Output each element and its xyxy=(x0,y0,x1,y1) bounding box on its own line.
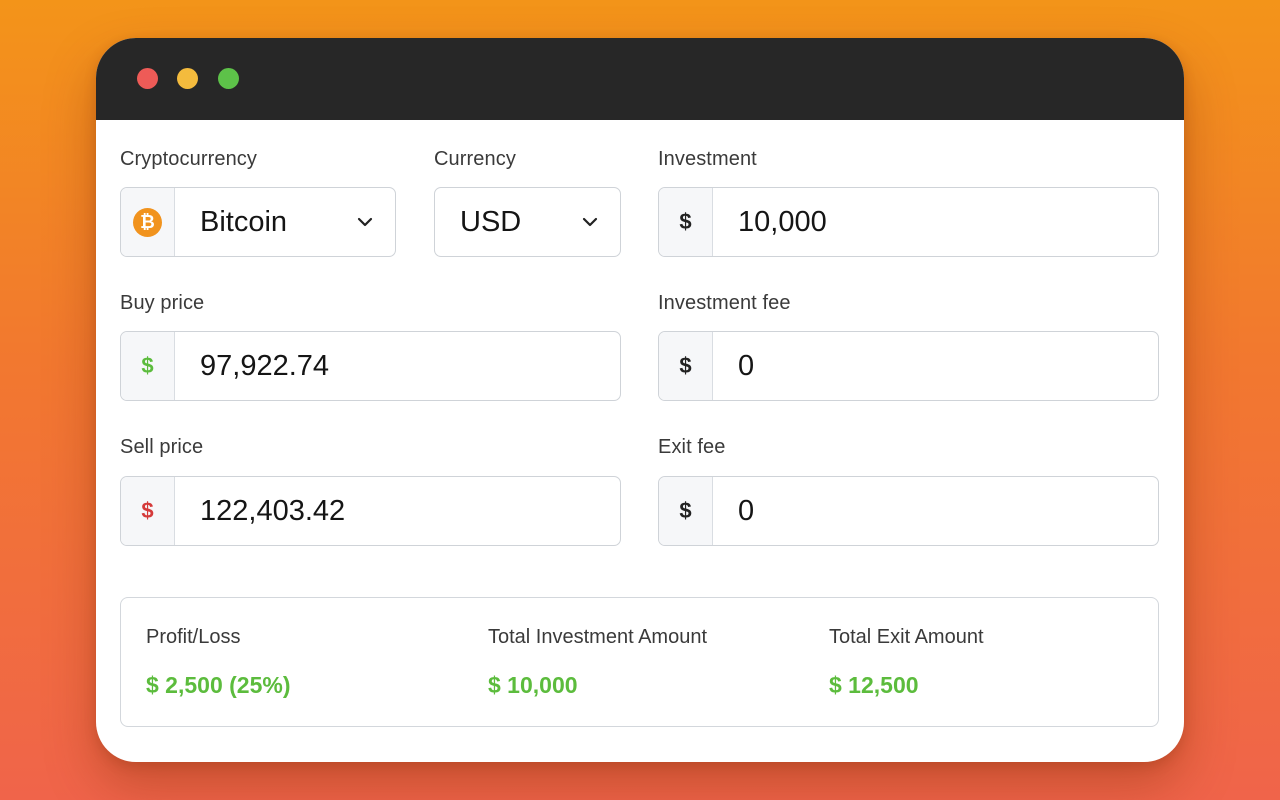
total-investment-label: Total Investment Amount xyxy=(488,626,708,648)
buy-price-field[interactable]: $ 97,922.74 xyxy=(120,331,621,401)
profit-loss-label: Profit/Loss xyxy=(146,626,241,648)
exit-fee-field[interactable]: $ 0 xyxy=(658,476,1159,546)
dollar-prefix-green: $ xyxy=(121,332,175,400)
total-exit-value: $ 12,500 xyxy=(829,672,919,698)
bitcoin-icon: ₿ xyxy=(133,207,162,237)
investment-input[interactable]: 10,000 xyxy=(713,188,1158,256)
cryptocurrency-value: Bitcoin xyxy=(200,205,288,238)
results-summary: Profit/Loss $ 2,500 (25%) Total Investme… xyxy=(120,597,1159,727)
dollar-prefix-red: $ xyxy=(121,477,175,545)
maximize-window-button[interactable] xyxy=(218,68,239,89)
chevron-down-icon xyxy=(357,217,373,227)
investment-label: Investment xyxy=(658,148,757,170)
sell-price-input[interactable]: 122,403.42 xyxy=(175,477,620,545)
total-investment-value: $ 10,000 xyxy=(488,672,578,698)
investment-fee-field[interactable]: $ 0 xyxy=(658,331,1159,401)
exit-fee-label: Exit fee xyxy=(658,436,726,458)
sell-price-label: Sell price xyxy=(120,436,204,458)
currency-value: USD xyxy=(460,205,522,238)
title-bar xyxy=(96,38,1184,120)
close-window-button[interactable] xyxy=(137,68,158,89)
profit-loss-value: $ 2,500 (25%) xyxy=(146,672,291,698)
currency-select[interactable]: USD xyxy=(434,187,621,257)
chevron-down-icon xyxy=(582,217,598,227)
currency-label: Currency xyxy=(434,148,516,170)
cryptocurrency-select[interactable]: ₿ Bitcoin xyxy=(120,187,396,257)
total-exit-label: Total Exit Amount xyxy=(829,626,984,648)
cryptocurrency-select-body: Bitcoin xyxy=(175,188,395,256)
investment-field[interactable]: $ 10,000 xyxy=(658,187,1159,257)
investment-fee-input[interactable]: 0 xyxy=(713,332,1158,400)
buy-price-input[interactable]: 97,922.74 xyxy=(175,332,620,400)
dollar-prefix: $ xyxy=(659,332,713,400)
cryptocurrency-icon-addon: ₿ xyxy=(121,188,175,256)
currency-select-body: USD xyxy=(435,188,620,256)
sell-price-field[interactable]: $ 122,403.42 xyxy=(120,476,621,546)
minimize-window-button[interactable] xyxy=(177,68,198,89)
cryptocurrency-label: Cryptocurrency xyxy=(120,148,257,170)
dollar-prefix: $ xyxy=(659,477,713,545)
exit-fee-input[interactable]: 0 xyxy=(713,477,1158,545)
buy-price-label: Buy price xyxy=(120,292,205,314)
app-window: Cryptocurrency ₿ Bitcoin Currency USD In… xyxy=(96,38,1184,762)
investment-fee-label: Investment fee xyxy=(658,292,791,314)
dollar-prefix: $ xyxy=(659,188,713,256)
